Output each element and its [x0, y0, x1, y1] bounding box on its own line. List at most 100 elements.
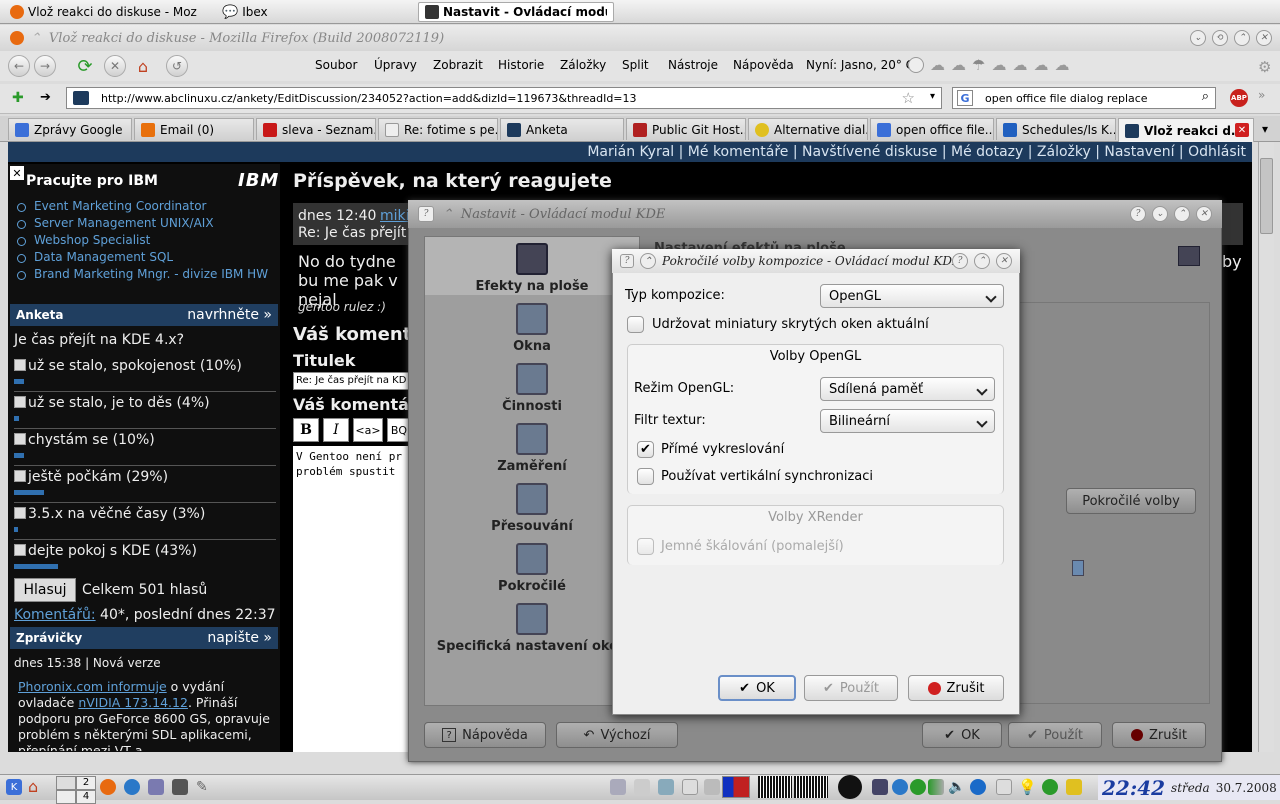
dialog-cancel-button[interactable]: Zrušit: [908, 675, 1004, 701]
vote-button[interactable]: Hlasuj: [14, 578, 76, 602]
close-icon[interactable]: ✕: [996, 253, 1012, 269]
skype-icon[interactable]: [892, 779, 908, 795]
menu-napoveda[interactable]: Nápověda: [733, 58, 794, 72]
google-icon[interactable]: G: [957, 90, 973, 106]
menu-icon[interactable]: ⌃: [640, 253, 656, 269]
gear-icon[interactable]: ⚙: [1258, 58, 1271, 76]
poll-option[interactable]: dejte pokoj s KDE (43%): [14, 543, 276, 577]
plugin-icon[interactable]: ✚: [12, 90, 24, 106]
poll-suggest-link[interactable]: navrhněte »: [187, 304, 272, 326]
tab-zpravy-google[interactable]: Zprávy Google: [8, 118, 132, 140]
minimize-icon[interactable]: ⌄: [1152, 206, 1168, 222]
dropdown-icon[interactable]: ▾: [930, 91, 935, 102]
cancel-button[interactable]: Zrušit: [1112, 722, 1206, 748]
tab-list-icon[interactable]: ▾: [1262, 122, 1268, 136]
minimize-icon[interactable]: ⌄: [1190, 30, 1206, 46]
close-icon[interactable]: ✕: [1256, 30, 1272, 46]
help-icon[interactable]: ?: [952, 253, 968, 269]
job-link[interactable]: Data Management SQL: [8, 249, 280, 266]
checkbox[interactable]: [14, 433, 26, 445]
apply-button[interactable]: ✔ Použít: [1008, 722, 1102, 748]
restore-icon[interactable]: ⟲: [1212, 30, 1228, 46]
job-link[interactable]: Brand Marketing Mngr. - divize IBM HW: [8, 266, 280, 283]
desktop-4[interactable]: 4: [76, 790, 96, 804]
terminal-icon[interactable]: [172, 779, 188, 795]
url-input[interactable]: http://www.abclinuxu.cz/ankety/EditDiscu…: [66, 87, 942, 109]
help-button[interactable]: ? Nápověda: [424, 722, 546, 748]
maximize-icon[interactable]: ⌃: [1234, 30, 1250, 46]
thunderbird-launcher-icon[interactable]: [124, 779, 140, 795]
clock[interactable]: 22:42 středa 30.7.2008: [1098, 775, 1280, 800]
defaults-button[interactable]: ↶ Výchozí: [556, 722, 678, 748]
checkbox[interactable]: [14, 507, 26, 519]
status-icon[interactable]: [1042, 779, 1058, 795]
category-window-specific[interactable]: Specifická nastavení oken: [424, 603, 640, 654]
search-icon[interactable]: ⌕: [1202, 89, 1209, 104]
notes-icon[interactable]: [1066, 779, 1082, 795]
desktop-3[interactable]: [56, 790, 76, 804]
help-icon[interactable]: ?: [620, 254, 634, 268]
poll-option[interactable]: 3.5.x na věčné časy (3%): [14, 506, 276, 540]
vsync-checkbox[interactable]: [637, 468, 654, 485]
task-ibex[interactable]: 💬 Ibex: [216, 2, 274, 22]
comment-textarea[interactable]: V Gentoo není pr problém spustit: [293, 446, 411, 752]
checkbox[interactable]: [14, 544, 26, 556]
tab-email[interactable]: Email (0): [134, 118, 254, 140]
maximize-icon[interactable]: ⌃: [1174, 206, 1190, 222]
checkbox[interactable]: [14, 470, 26, 482]
go-icon[interactable]: ➔: [40, 90, 51, 105]
post-author-link[interactable]: miki: [380, 208, 410, 224]
scrollbar-thumb[interactable]: [1260, 158, 1273, 234]
signal-icon[interactable]: [928, 779, 944, 795]
tab-sleva[interactable]: sleva - Seznam...: [256, 118, 376, 140]
tab-alternative[interactable]: Alternative dial...: [748, 118, 868, 140]
category-actions[interactable]: Činnosti: [424, 363, 640, 414]
forward-button[interactable]: →: [34, 55, 56, 77]
ok-button[interactable]: ✔ OK: [922, 722, 1002, 748]
page-scrollbar[interactable]: [1258, 142, 1274, 752]
job-link[interactable]: Server Management UNIX/AIX: [8, 215, 280, 232]
desktop-1[interactable]: [56, 776, 76, 790]
stop-icon[interactable]: ✕: [104, 55, 126, 77]
poll-option[interactable]: už se stalo, je to děs (4%): [14, 395, 276, 429]
tab-git-host[interactable]: Public Git Host...: [626, 118, 746, 140]
reload-icon[interactable]: ⟳: [74, 55, 96, 77]
more-icon[interactable]: »: [1258, 88, 1265, 102]
help-icon[interactable]: ?: [1130, 206, 1146, 222]
menu-icon[interactable]: ⌃: [30, 31, 41, 46]
category-moving[interactable]: Přesouvání: [424, 483, 640, 534]
tab-anketa[interactable]: Anketa: [500, 118, 624, 140]
close-ad-icon[interactable]: ✕: [10, 166, 24, 180]
category-desktop-effects[interactable]: Efekty na ploše: [424, 243, 640, 294]
pen-icon[interactable]: ✎: [196, 779, 212, 795]
news-link[interactable]: nVIDIA 173.14.12: [78, 695, 188, 710]
network-icon[interactable]: [704, 779, 720, 795]
news-link[interactable]: Phoronix.com informuje: [18, 679, 167, 694]
task-firefox[interactable]: Vlož reakci do diskuse - Mozilla Firefox: [4, 2, 204, 22]
link-button[interactable]: <a>: [353, 418, 383, 442]
icq-icon[interactable]: [910, 779, 926, 795]
maximize-icon[interactable]: ⌃: [974, 253, 990, 269]
adblock-icon[interactable]: ABP: [1230, 89, 1248, 107]
home-icon[interactable]: ⌂: [28, 779, 44, 795]
poll-option[interactable]: chystám se (10%): [14, 432, 276, 466]
tab-vloz-reakci[interactable]: Vlož reakci d... ✕: [1118, 118, 1254, 142]
desktop-2[interactable]: 2: [76, 776, 96, 790]
user-menu-bar[interactable]: Marián Kyral | Mé komentáře | Navštívené…: [8, 142, 1252, 162]
back-button[interactable]: ←: [8, 55, 30, 77]
monitor-icon[interactable]: [658, 779, 674, 795]
menu-zobrazit[interactable]: Zobrazit: [433, 58, 483, 72]
menu-historie[interactable]: Historie: [498, 58, 544, 72]
category-advanced[interactable]: Pokročilé: [424, 543, 640, 594]
keep-thumbnails-checkbox[interactable]: [627, 316, 644, 333]
poll-option[interactable]: už se stalo, spokojenost (10%): [14, 358, 276, 392]
amarok-icon[interactable]: [838, 775, 862, 799]
menu-icon[interactable]: ⌃: [442, 207, 453, 222]
category-windows[interactable]: Okna: [424, 303, 640, 354]
compositing-type-select[interactable]: OpenGL: [820, 284, 1004, 308]
news-write-link[interactable]: napište »: [207, 627, 272, 649]
checkbox[interactable]: [14, 396, 26, 408]
clipboard-icon[interactable]: [996, 779, 1012, 795]
menu-nastroje[interactable]: Nástroje: [668, 58, 718, 72]
search-input[interactable]: G open office file dialog replace ⌕: [952, 87, 1216, 109]
